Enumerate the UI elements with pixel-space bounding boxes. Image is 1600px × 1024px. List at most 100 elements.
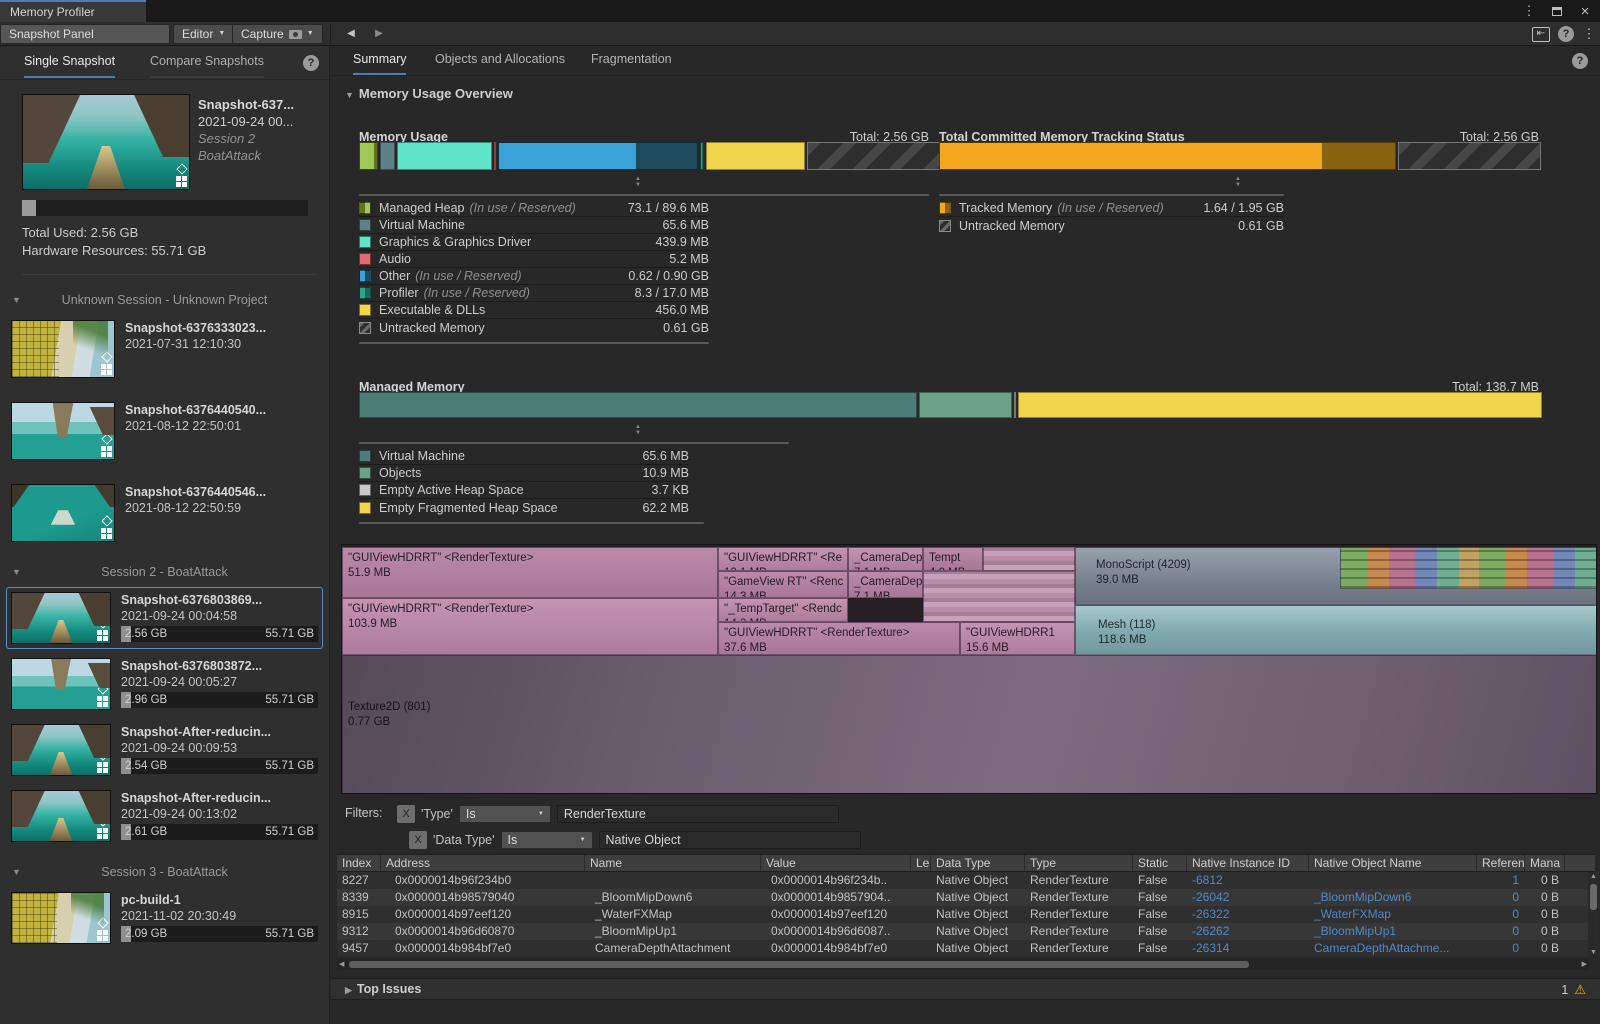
help-icon[interactable]: ?	[1558, 26, 1574, 42]
treemap-block[interactable]: _CameraDep7.1 MB	[848, 547, 923, 571]
column-header-referen[interactable]: Referen	[1477, 855, 1525, 871]
snapshot-list-item[interactable]: Snapshot-6376803869...2021-09-24 00:04:5…	[6, 587, 323, 649]
column-header-mana[interactable]: Mana	[1525, 855, 1565, 871]
windows-icon	[101, 528, 112, 539]
back-button[interactable]: ◀	[338, 24, 364, 44]
column-header-le[interactable]: Le	[911, 855, 931, 871]
window-menu-icon[interactable]: ⋮	[1520, 3, 1538, 19]
column-header-native-instance-id[interactable]: Native Instance ID	[1187, 855, 1309, 871]
splitter-handle[interactable]: ▲▼	[631, 176, 645, 188]
treemap-block[interactable]: Tempt4.0 MB	[923, 547, 983, 571]
capture-button[interactable]: Capture▼	[232, 24, 323, 44]
snapshot-list-item[interactable]: Snapshot-6376440540...2021-08-12 22:50:0…	[6, 397, 323, 465]
remove-filter-icon[interactable]: X	[397, 805, 415, 823]
expand-icon: ▶	[345, 985, 352, 995]
kebab-menu-icon[interactable]: ⋮	[1582, 26, 1596, 42]
column-header-static[interactable]: Static	[1133, 855, 1187, 871]
table-header: IndexAddressNameValueLeData TypeTypeStat…	[337, 854, 1595, 872]
treemap-block[interactable]: "GUIViewHDRRT" <Re12.1 MB	[718, 547, 848, 571]
divider	[22, 274, 317, 275]
treemap-block[interactable]	[923, 571, 1075, 622]
forward-button[interactable]: ▶	[366, 24, 392, 44]
filter-operator-dropdown[interactable]: Is▼	[459, 805, 551, 823]
help-icon[interactable]: ?	[1572, 53, 1588, 69]
top-issues-section[interactable]: ▶Top Issues 1⚠	[331, 978, 1600, 1000]
legend-row: Empty Active Heap Space3.7 KB	[359, 482, 689, 499]
section-memory-usage-overview[interactable]: ▼Memory Usage Overview	[345, 86, 513, 101]
windows-icon	[176, 176, 187, 187]
scroll-up-icon[interactable]: ▲	[1588, 872, 1599, 881]
treemap-block[interactable]: Texture2D (801)0.77 GB	[342, 655, 1597, 794]
scrollbar-thumb[interactable]	[1590, 884, 1597, 910]
snapshot-list-item[interactable]: Snapshot-After-reducin...2021-09-24 00:1…	[6, 785, 323, 847]
tab-compare-snapshots[interactable]: Compare Snapshots	[150, 54, 264, 78]
treemap-block[interactable]: "GUIViewHDRR115.6 MB	[960, 622, 1075, 655]
editor-dropdown[interactable]: Editor▼	[173, 24, 234, 44]
treemap-block[interactable]: "GUIViewHDRRT" <RenderTexture>37.6 MB	[718, 622, 960, 655]
filter-operator-dropdown[interactable]: Is▼	[501, 831, 593, 849]
table-row[interactable]: 94570x0000014b984bf7e0CameraDepthAttachm…	[337, 940, 1595, 957]
column-header-type[interactable]: Type	[1025, 855, 1133, 871]
column-header-native-object-name[interactable]: Native Object Name	[1309, 855, 1477, 871]
treemap-block[interactable]: "GUIViewHDRRT" <RenderTexture>103.9 MB	[342, 598, 718, 655]
managed-memory-bar[interactable]	[359, 392, 1539, 418]
bar-segment-virtual-machine	[359, 392, 917, 418]
tab-fragmentation[interactable]: Fragmentation	[591, 52, 672, 73]
horizontal-scrollbar[interactable]: ◀ ▶	[337, 959, 1589, 970]
help-icon[interactable]: ?	[303, 55, 319, 71]
table-cell: RenderTexture	[1025, 889, 1133, 906]
tab-objects-allocations[interactable]: Objects and Allocations	[435, 52, 565, 73]
filter-value-input[interactable]: RenderTexture	[557, 805, 839, 823]
vertical-scrollbar[interactable]: ▲ ▼	[1588, 872, 1599, 957]
maximize-icon[interactable]	[1548, 4, 1566, 19]
chevron-down-icon: ▼	[580, 832, 586, 848]
treemap-block[interactable]	[1340, 547, 1597, 589]
snapshot-list-item[interactable]: Snapshot-After-reducin...2021-09-24 00:0…	[6, 719, 323, 781]
tab-single-snapshot[interactable]: Single Snapshot	[24, 54, 115, 78]
scroll-left-icon[interactable]: ◀	[339, 959, 344, 970]
splitter-handle[interactable]: ▲▼	[1231, 176, 1245, 188]
tracking-status-legend: Tracked Memory(In use / Reserved)1.64 / …	[939, 200, 1284, 234]
collapse-icon: ▼	[12, 861, 21, 883]
scroll-right-icon[interactable]: ▶	[1582, 959, 1587, 970]
memory-usage-bar[interactable]	[359, 142, 929, 170]
session-header[interactable]: ▼Session 3 - BoatAttack	[0, 861, 329, 883]
snapshot-list-item[interactable]: Snapshot-6376333023...2021-07-31 12:10:3…	[6, 315, 323, 383]
snapshot-list-item[interactable]: Snapshot-6376803872...2021-09-24 00:05:2…	[6, 653, 323, 715]
table-row[interactable]: 89150x0000014b97eef120_WaterFXMap0x00000…	[337, 906, 1595, 923]
table-cell: 0x0000014b96d60870	[381, 923, 585, 940]
treemap-block[interactable]: "_TempTarget" <Rendc14.3 MB	[718, 598, 848, 622]
column-header-data-type[interactable]: Data Type	[931, 855, 1025, 871]
splitter-handle[interactable]: ▲▼	[631, 424, 645, 436]
snapshot-list-item[interactable]: pc-build-12021-11-02 20:30:492.09 GB55.7…	[6, 887, 323, 949]
remove-filter-icon[interactable]: X	[409, 831, 427, 849]
filter-value-input[interactable]: Native Object	[599, 831, 861, 849]
column-header-index[interactable]: Index	[337, 855, 381, 871]
treemap-block[interactable]: "GameView RT" <Renc14.3 MB	[718, 571, 848, 598]
snapshot-list-item[interactable]: Snapshot-6376440546...2021-08-12 22:50:5…	[6, 479, 323, 547]
treemap-block[interactable]: "GUIViewHDRRT" <RenderTexture>51.9 MB	[342, 547, 718, 598]
column-header-name[interactable]: Name	[585, 855, 761, 871]
treemap-block-label: "GUIViewHDRRT" <RenderTexture>51.9 MB	[343, 548, 717, 581]
column-header-address[interactable]: Address	[381, 855, 585, 871]
tracking-status-bar[interactable]	[939, 142, 1539, 170]
bar-segment-objects	[919, 392, 1012, 418]
window-tab[interactable]: Memory Profiler	[0, 0, 146, 22]
scroll-down-icon[interactable]: ▼	[1588, 948, 1599, 957]
session-header[interactable]: ▼Unknown Session - Unknown Project	[0, 289, 329, 311]
treemap-block[interactable]	[983, 547, 1075, 571]
column-header-value[interactable]: Value	[761, 855, 911, 871]
snapshot-panel-button[interactable]: Snapshot Panel	[0, 24, 170, 44]
treemap-block[interactable]: _CameraDep7.1 MB	[848, 571, 923, 598]
import-snapshot-icon[interactable]: ⇤	[1532, 27, 1550, 42]
session-header[interactable]: ▼Session 2 - BoatAttack	[0, 561, 329, 583]
table-row[interactable]: 93120x0000014b96d60870_BloomMipUp10x0000…	[337, 923, 1595, 940]
close-icon[interactable]: ×	[1576, 3, 1594, 20]
treemap-block[interactable]: Mesh (118)118.6 MB	[1075, 605, 1597, 655]
treemap-block-size: 15.6 MB	[966, 641, 1074, 655]
table-row[interactable]: 82270x0000014b96f234b00x0000014b96f234b.…	[337, 872, 1595, 889]
snapshot-info: Snapshot-6376440540...2021-08-12 22:50:0…	[125, 402, 318, 460]
scrollbar-thumb[interactable]	[349, 961, 1249, 968]
table-row[interactable]: 83390x0000014b98579040_BloomMipDown60x00…	[337, 889, 1595, 906]
tab-summary[interactable]: Summary	[353, 52, 406, 75]
